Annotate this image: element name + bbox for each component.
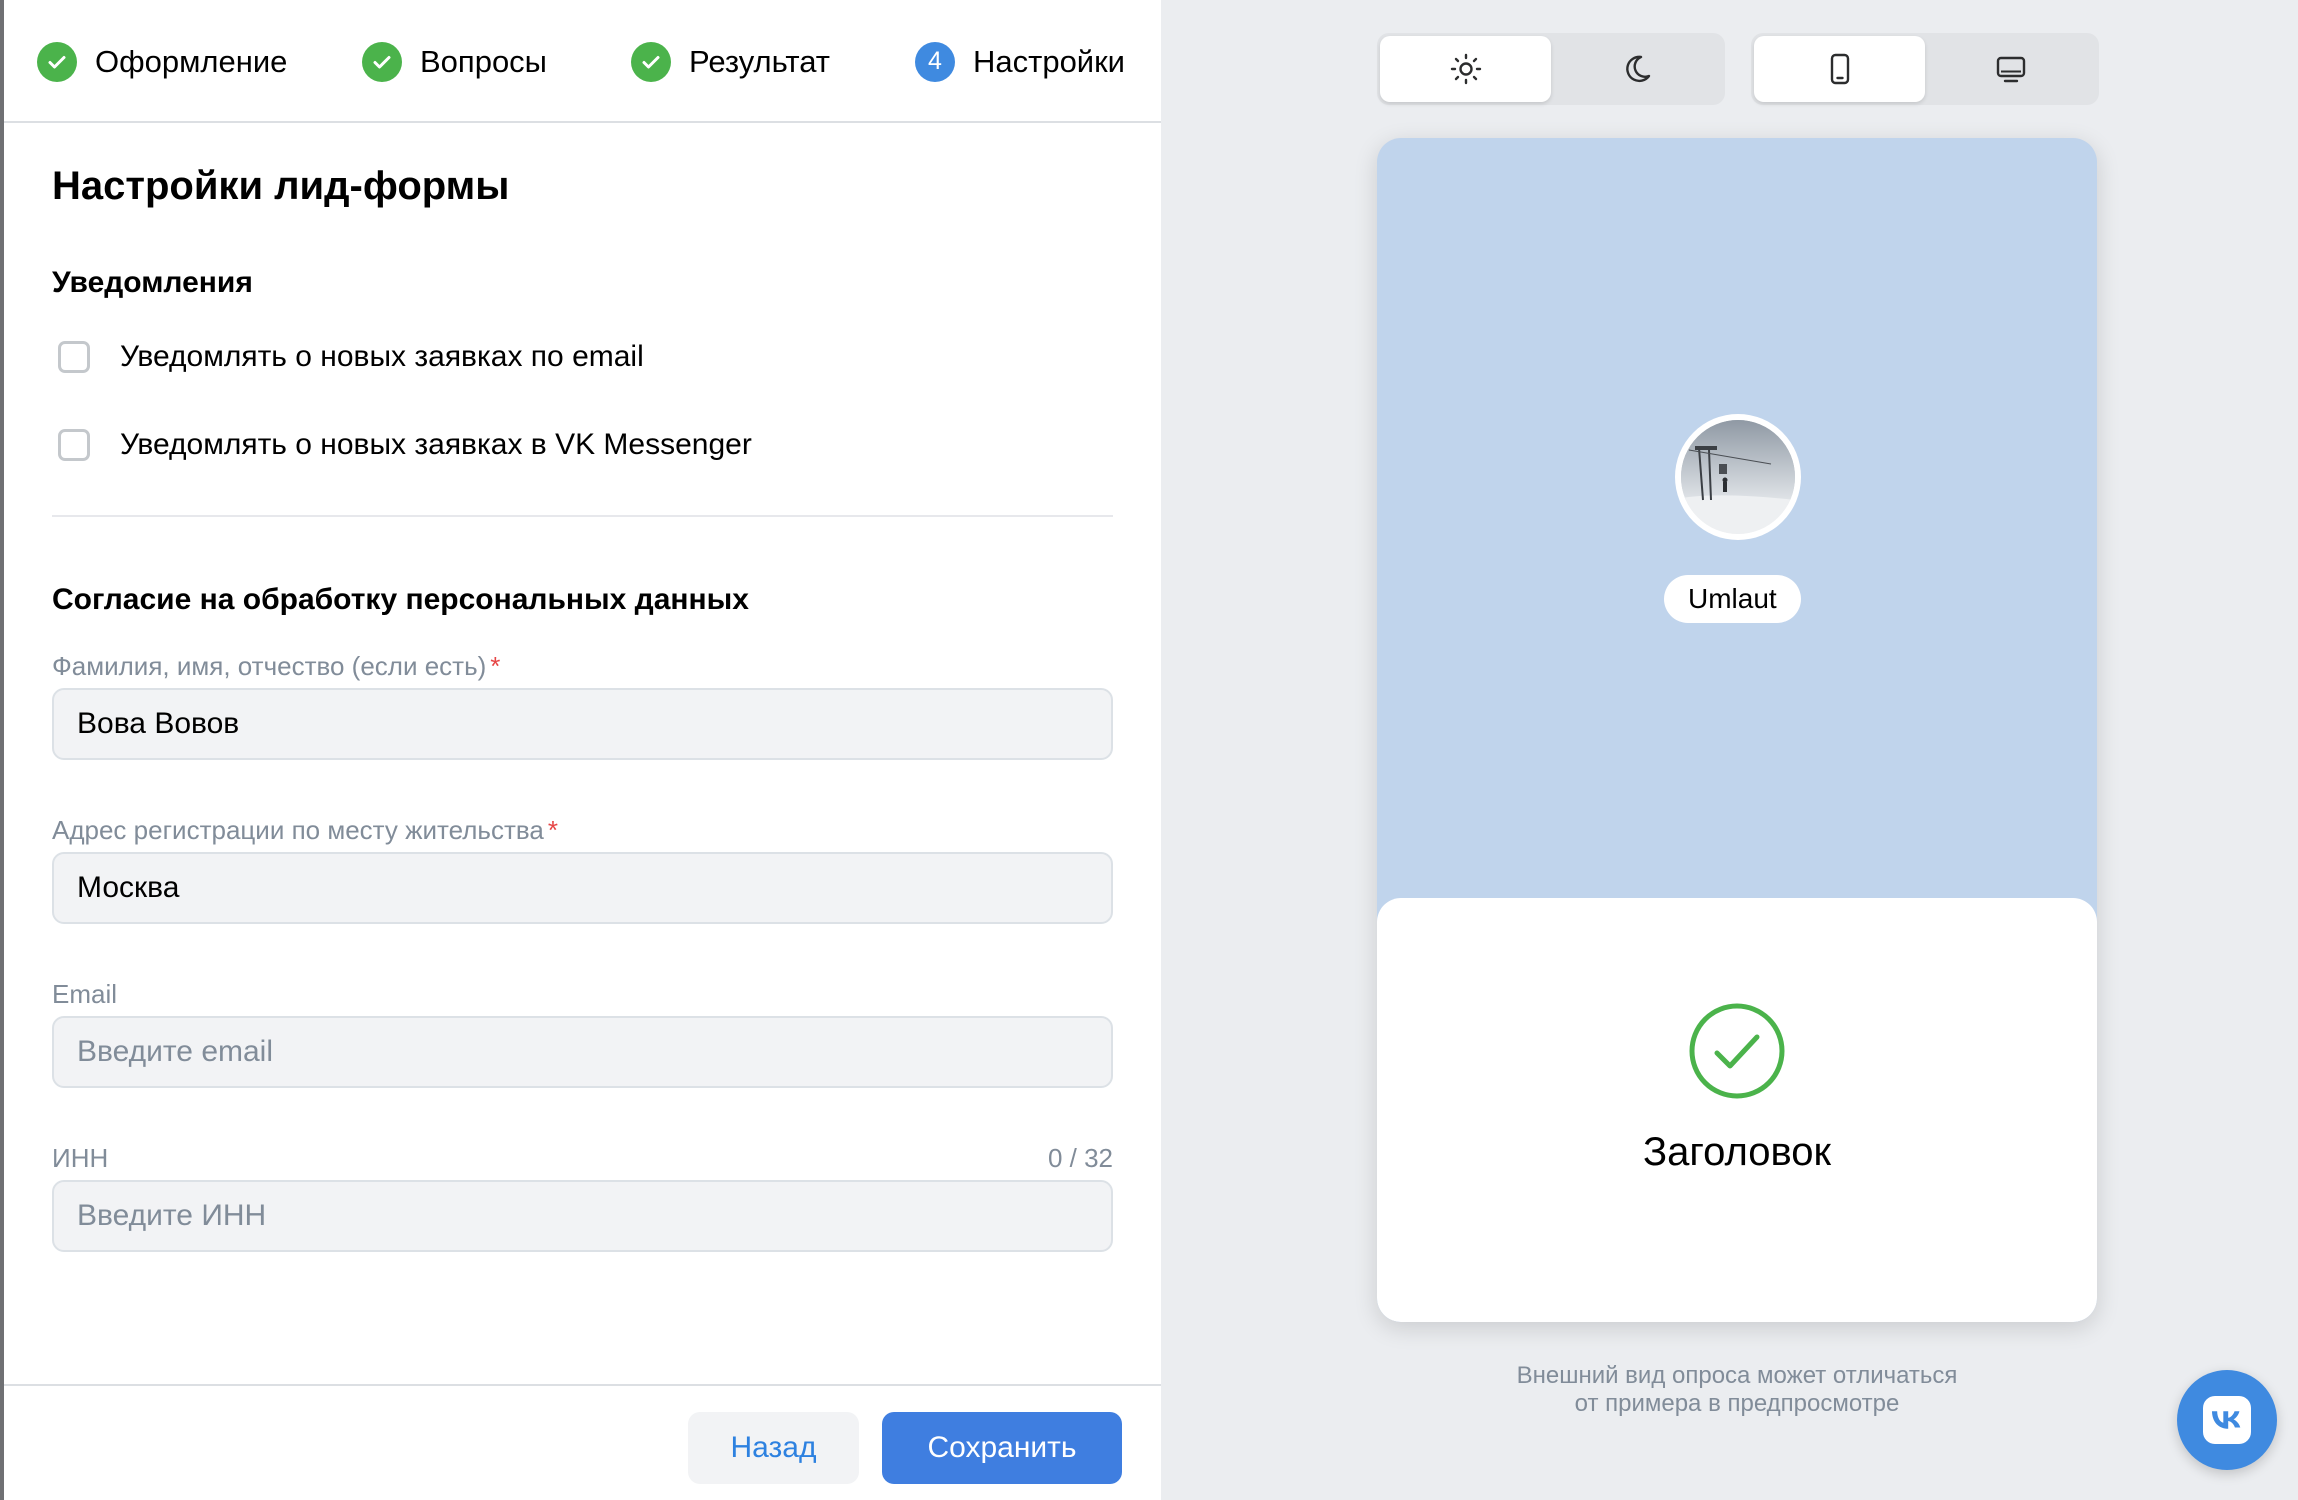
- step-label: Настройки: [973, 43, 1126, 79]
- vk-logo-icon: [2203, 1396, 2251, 1444]
- fio-label: Фамилия, имя, отчество (если есть) *: [52, 651, 501, 681]
- mobile-view-button[interactable]: [1754, 36, 1925, 102]
- notify-messenger-label: Уведомлять о новых заявках в VK Messenge…: [120, 428, 752, 461]
- desktop-view-button[interactable]: [1925, 36, 2096, 102]
- form-preview: Umlaut Заголовок: [1377, 138, 2097, 1322]
- back-button[interactable]: Назад: [688, 1412, 859, 1484]
- check-icon: [362, 41, 402, 82]
- theme-switcher: [1377, 33, 1725, 105]
- inn-input[interactable]: [52, 1180, 1113, 1252]
- required-marker: *: [547, 815, 558, 845]
- step-design[interactable]: Оформление: [37, 0, 287, 123]
- light-theme-button[interactable]: [1380, 36, 1551, 102]
- result-card: Заголовок: [1377, 898, 2097, 1322]
- phone-icon: [1830, 53, 1849, 85]
- step-number-badge: 4: [915, 41, 955, 82]
- page-title: Настройки лид-формы: [52, 164, 510, 208]
- email-label: Email: [52, 979, 118, 1009]
- preview-panel: Umlaut Заголовок Внешний вид опроса може…: [1161, 0, 2298, 1500]
- stepper: Оформление Вопросы Результат 4 Настройки: [4, 0, 1161, 123]
- step-label: Вопросы: [420, 43, 547, 79]
- consent-title: Согласие на обработку персональных данны…: [52, 583, 749, 616]
- preview-disclaimer: Внешний вид опроса может отличаться от п…: [1377, 1362, 2097, 1418]
- check-icon: [37, 41, 77, 82]
- settings-panel: Оформление Вопросы Результат 4 Настройки…: [0, 0, 1161, 1500]
- notify-email-label: Уведомлять о новых заявках по email: [120, 340, 644, 373]
- sun-icon: [1450, 53, 1481, 85]
- save-button[interactable]: Сохранить: [882, 1412, 1122, 1484]
- notify-messenger-checkbox[interactable]: [58, 429, 90, 461]
- step-questions[interactable]: Вопросы: [362, 0, 547, 123]
- inn-label: ИНН: [52, 1143, 109, 1173]
- disclaimer-line: от примера в предпросмотре: [1574, 1390, 1900, 1417]
- fio-input[interactable]: [52, 688, 1113, 760]
- step-label: Результат: [689, 43, 830, 79]
- notifications-title: Уведомления: [52, 266, 253, 299]
- vk-chat-button[interactable]: [2177, 1370, 2277, 1470]
- notify-email-checkbox[interactable]: [58, 341, 90, 373]
- dark-theme-button[interactable]: [1551, 36, 1722, 102]
- avatar-photo-image: [1681, 420, 1795, 534]
- address-label: Адрес регистрации по месту жительства *: [52, 815, 558, 845]
- step-settings[interactable]: 4 Настройки: [915, 0, 1125, 123]
- required-marker: *: [490, 651, 501, 681]
- avatar: [1681, 420, 1795, 534]
- inn-char-counter: 0 / 32: [1047, 1143, 1113, 1173]
- result-title: Заголовок: [1642, 1130, 1832, 1174]
- step-label: Оформление: [95, 43, 288, 79]
- moon-icon: [1625, 55, 1650, 83]
- profile-name: Umlaut: [1664, 575, 1801, 623]
- footer-bar: Назад Сохранить: [4, 1384, 1161, 1500]
- avatar-frame: [1675, 414, 1801, 540]
- address-input[interactable]: [52, 852, 1113, 924]
- notify-email-row[interactable]: Уведомлять о новых заявках по email: [58, 340, 644, 374]
- step-result[interactable]: Результат: [631, 0, 830, 123]
- success-check-icon: [1689, 1003, 1785, 1099]
- divider: [52, 515, 1113, 517]
- disclaimer-line: Внешний вид опроса может отличаться: [1516, 1362, 1958, 1389]
- monitor-icon: [1996, 56, 2025, 83]
- device-switcher: [1751, 33, 2099, 105]
- check-icon: [631, 41, 671, 82]
- notify-messenger-row[interactable]: Уведомлять о новых заявках в VK Messenge…: [58, 428, 752, 462]
- email-input[interactable]: [52, 1016, 1113, 1088]
